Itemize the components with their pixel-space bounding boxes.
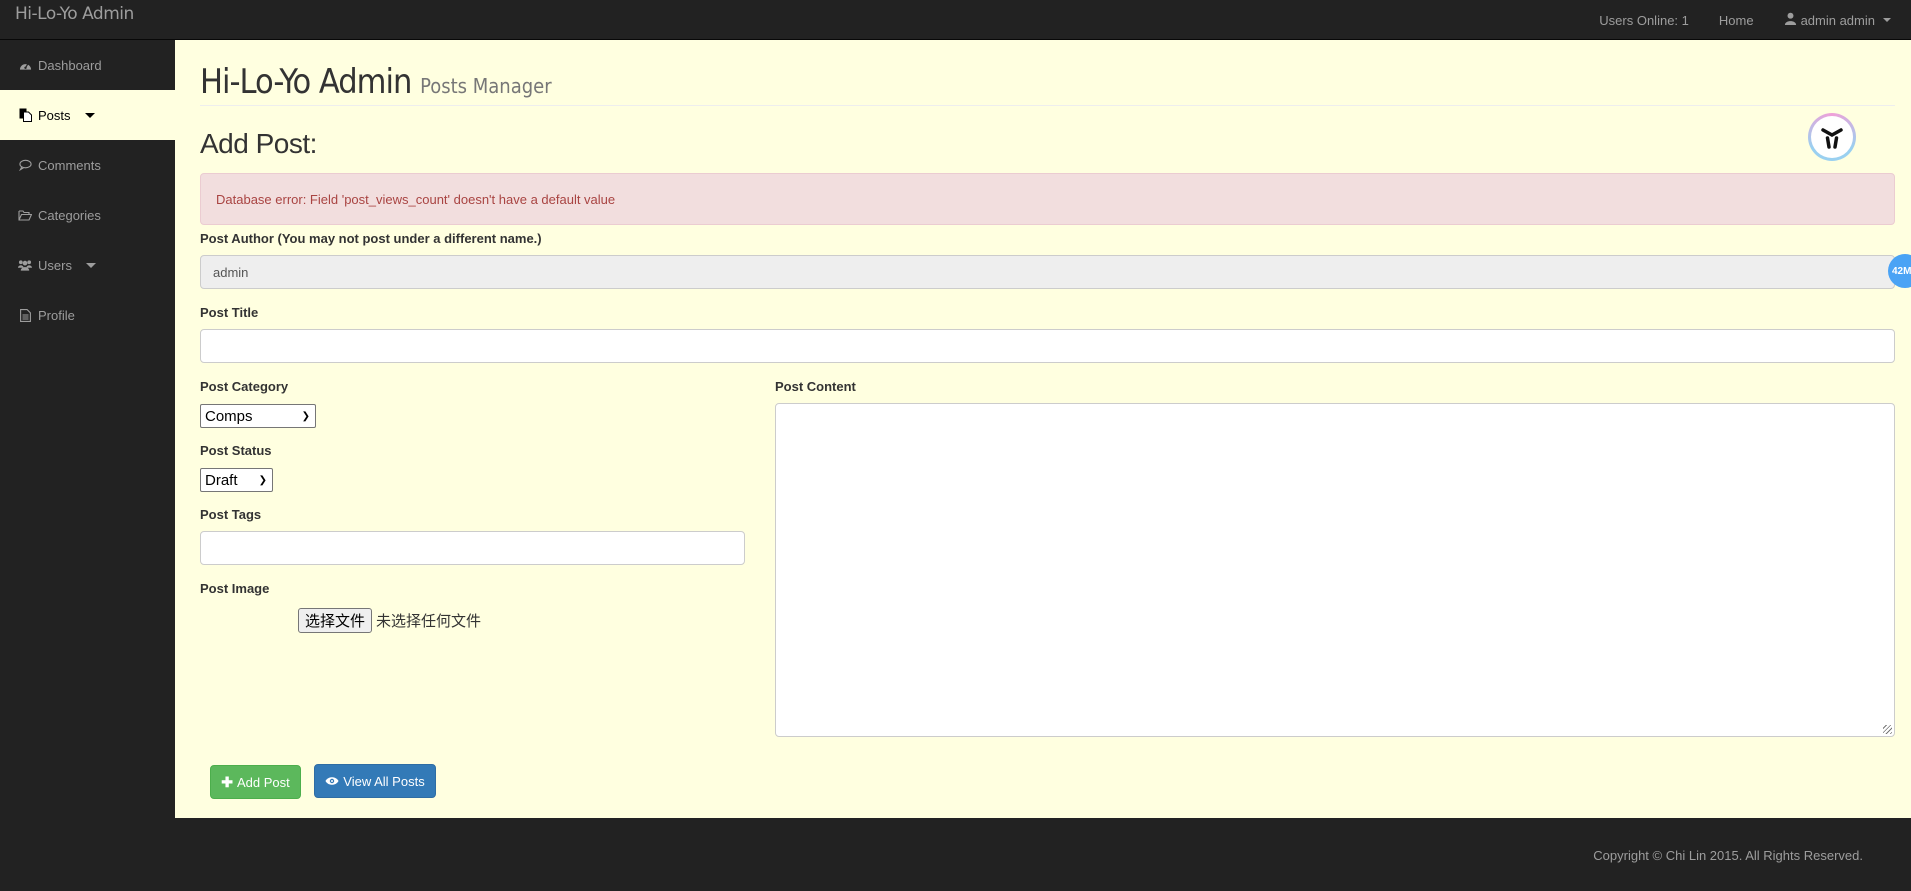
user-menu-dropdown[interactable]: admin admin [1769,12,1911,28]
comment-icon [18,158,32,172]
floating-badge-text: 42M [1892,265,1911,277]
post-tags-input[interactable] [200,531,745,565]
extension-logo-icon[interactable] [1808,113,1856,161]
post-status-label: Post Status [200,443,272,458]
sidebar-item-label: Comments [38,157,101,173]
post-category-select[interactable]: Comps ❯ [200,404,316,428]
chevron-down-icon: ❯ [258,474,267,486]
choose-file-button[interactable]: 选择文件 [298,608,373,633]
resize-handle-icon[interactable] [1883,725,1892,734]
user-menu-label: admin admin [1800,12,1875,28]
dashboard-icon [18,58,32,72]
brand-link[interactable]: Hi-Lo-Yo Admin [15,4,134,24]
post-title-label: Post Title [200,305,259,320]
page-subtitle: Posts Manager [420,74,552,98]
file-text-icon [18,308,32,322]
sidebar: Dashboard Posts Comments Categories User… [0,40,175,818]
error-message: Database error: Field 'post_views_count'… [216,191,616,207]
error-alert: Database error: Field 'post_views_count'… [200,173,1895,225]
post-tags-label: Post Tags [200,507,262,522]
users-online-text: Users Online: 1 [1599,12,1689,28]
view-all-posts-button[interactable]: View All Posts [314,764,436,798]
post-category-label: Post Category [200,379,289,394]
users-online-indicator: Users Online: 1 [1584,13,1704,28]
post-status-select[interactable]: Draft ❯ [200,468,273,492]
copyright-text: Copyright © Chi Lin 2015. All Rights Res… [1593,848,1863,863]
user-icon [1784,12,1797,28]
sidebar-item-users[interactable]: Users [0,240,175,290]
main-content: Hi-Lo-Yo Admin Posts Manager Add Post: D… [175,40,1911,818]
post-content-label: Post Content [775,379,856,394]
add-post-heading: Add Post: [200,128,317,159]
folder-open-icon [18,208,32,222]
view-all-posts-label: View All Posts [343,773,425,789]
footer: Copyright © Chi Lin 2015. All Rights Res… [0,818,1911,891]
page-title: Hi-Lo-Yo Admin Posts Manager [200,62,1895,102]
add-post-button[interactable]: ✚ Add Post [210,765,301,799]
sidebar-item-comments[interactable]: Comments [0,140,175,190]
home-link[interactable]: Home [1704,13,1769,28]
sidebar-item-label: Posts [38,107,71,123]
file-status-text: 未选择任何文件 [376,613,482,630]
sidebar-item-profile[interactable]: Profile [0,290,175,340]
page-title-text: Hi-Lo-Yo Admin [200,62,412,102]
caret-down-icon [1883,18,1891,22]
post-category-value: Comps [205,407,253,425]
sidebar-item-posts[interactable]: Posts [0,90,175,140]
post-content-textarea[interactable] [775,403,1895,737]
eye-icon [325,774,339,789]
post-title-input[interactable] [200,329,1895,363]
sidebar-item-label: Profile [38,307,75,323]
post-image-file-input[interactable]: 选择文件 未选择任何文件 [298,608,481,633]
home-link-label: Home [1718,12,1754,28]
top-nav-right: Users Online: 1 Home admin admin [1584,0,1911,40]
sidebar-item-label: Users [38,257,72,273]
chevron-down-icon: ❯ [301,410,310,422]
sidebar-item-label: Dashboard [38,57,102,73]
post-author-input: admin [200,255,1895,289]
post-author-value: admin [213,264,249,280]
post-image-label: Post Image [200,581,270,596]
add-post-button-label: Add Post [236,774,290,790]
post-author-label: Post Author (You may not post under a di… [200,231,542,246]
page-header: Hi-Lo-Yo Admin Posts Manager [200,62,1895,106]
caret-down-icon [85,262,96,268]
sidebar-item-dashboard[interactable]: Dashboard [0,40,175,90]
top-navbar: Hi-Lo-Yo Admin Users Online: 1 Home admi… [0,0,1911,40]
sidebar-item-label: Categories [38,207,101,223]
plus-icon: ✚ [221,773,233,790]
caret-down-icon [84,112,95,118]
sidebar-item-categories[interactable]: Categories [0,190,175,240]
files-icon [18,108,32,122]
post-status-value: Draft [205,471,238,489]
users-icon [18,258,32,272]
